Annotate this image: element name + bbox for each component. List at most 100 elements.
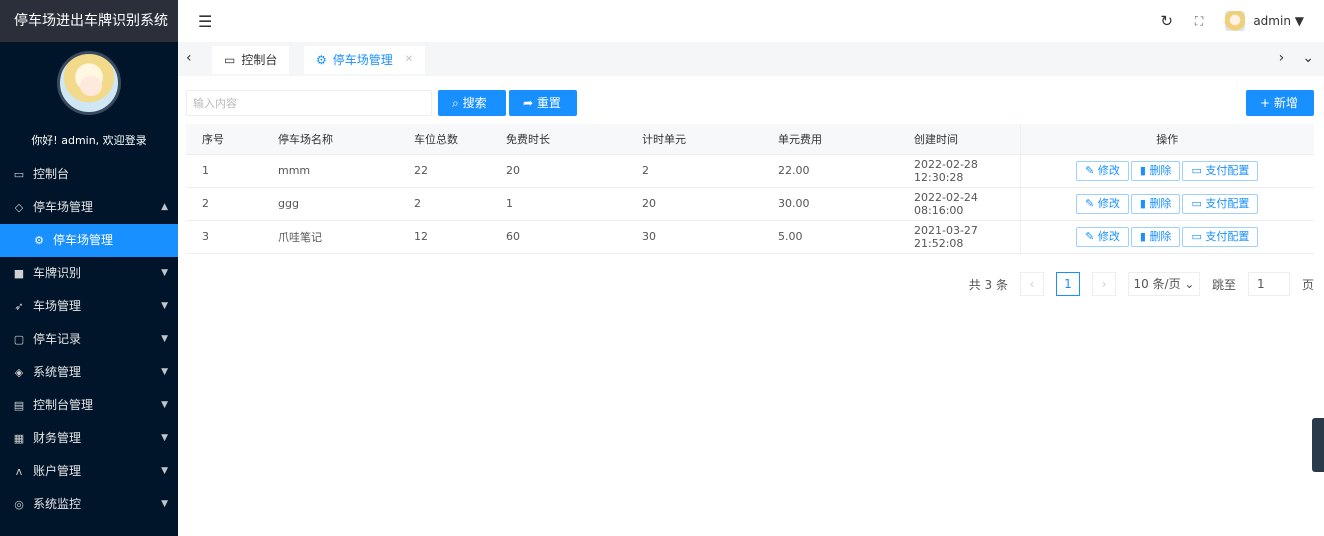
- next-page-button[interactable]: ›: [1091, 272, 1116, 296]
- caret-down-icon: ▼: [161, 400, 168, 410]
- gear-icon: ⚙: [316, 53, 327, 67]
- sidebar-item-label: 系统管理: [33, 365, 82, 379]
- cell-name: 爪哇笔记: [262, 220, 398, 254]
- search-icon: ⌕: [452, 96, 459, 110]
- cell-total-spaces: 22: [398, 154, 490, 188]
- app-root: 停车场进出车牌识别系统 你好! admin, 欢迎登录 ▭ 控制台 ◇ 停车场管…: [0, 0, 1324, 536]
- send-icon: ➶: [14, 300, 24, 313]
- search-input[interactable]: [186, 90, 432, 116]
- fullscreen-icon[interactable]: ⛶: [1195, 14, 1203, 29]
- sidebar-item-parking-management[interactable]: ◇ 停车场管理 ▲: [0, 191, 178, 224]
- delete-button[interactable]: ▮ 删除: [1130, 226, 1181, 247]
- cell-actions: ✎ 修改 ▮ 删除 ▭ 支付配置: [1019, 154, 1314, 188]
- delete-label: 删除: [1149, 229, 1172, 243]
- sidebar-item-parking-records[interactable]: ▢ 停车记录 ▼: [0, 323, 178, 356]
- search-label: 搜索: [462, 96, 487, 110]
- sidebar-item-monitoring[interactable]: ◎ 系统监控 ▼: [0, 488, 178, 521]
- page-number-button[interactable]: 1: [1055, 272, 1080, 296]
- page-suffix: 页: [1301, 277, 1314, 292]
- edit-button[interactable]: ✎ 修改: [1076, 160, 1129, 181]
- user-icon: ᴧ: [15, 465, 23, 478]
- tab-parking-management[interactable]: ⚙ 停车场管理 ✕: [304, 46, 426, 74]
- caret-down-icon: ▼: [1294, 14, 1304, 28]
- jump-page-input[interactable]: 1: [1247, 272, 1290, 296]
- share-icon: ➦: [523, 96, 534, 110]
- sidebar-item-label: 账户管理: [33, 464, 82, 478]
- column-header: 停车场名称: [262, 124, 398, 155]
- chevron-right-icon[interactable]: ›: [1279, 50, 1285, 66]
- sidebar-item-label: 停车场管理: [33, 200, 94, 214]
- column-header: 计时单元: [626, 124, 762, 155]
- column-header: 免费时长: [490, 124, 626, 155]
- cell-total-spaces: 2: [398, 187, 490, 221]
- side-drawer-handle[interactable]: [1312, 418, 1324, 472]
- add-label: 新增: [1273, 96, 1298, 110]
- trash-icon: ▮: [1139, 163, 1146, 177]
- caret-down-icon: ▼: [161, 367, 168, 377]
- close-icon[interactable]: ✕: [405, 46, 413, 74]
- cell-time-unit: 20: [626, 187, 762, 221]
- delete-button[interactable]: ▮ 删除: [1130, 160, 1181, 181]
- payment-config-label: 支付配置: [1205, 196, 1250, 210]
- payment-config-label: 支付配置: [1205, 229, 1250, 243]
- table-row: 1 mmm 22 20 2 22.00 2022-02-28 12:30:28 …: [186, 154, 1314, 188]
- avatar-wrap: [0, 42, 178, 124]
- table-header-row: 序号 停车场名称 车位总数 免费时长 计时单元 单元费用 创建时间 操作: [186, 124, 1314, 155]
- card-icon: ▭: [1191, 196, 1202, 210]
- cell-actions: ✎ 修改 ▮ 删除 ▭ 支付配置: [1019, 220, 1314, 254]
- welcome-text: 你好! admin, 欢迎登录: [31, 134, 147, 147]
- diamond-icon: ◇: [14, 201, 24, 214]
- sidebar-item-system-management[interactable]: ◈ 系统管理 ▼: [0, 356, 178, 389]
- cell-name: mmm: [262, 154, 398, 188]
- prev-page-button[interactable]: ‹: [1019, 272, 1044, 296]
- user-menu[interactable]: admin ▼: [1253, 14, 1304, 28]
- chevron-down-icon[interactable]: ⌄: [1302, 50, 1314, 66]
- monitor-icon: ▭: [13, 168, 25, 181]
- column-header: 操作: [1019, 124, 1314, 155]
- sidebar-subitem-parking-management[interactable]: ⚙ 停车场管理: [0, 224, 178, 257]
- sidebar-item-label: 停车场管理: [53, 233, 114, 247]
- cell-total-spaces: 12: [398, 220, 490, 254]
- delete-button[interactable]: ▮ 删除: [1130, 193, 1181, 214]
- tab-dashboard[interactable]: ▭ 控制台: [212, 46, 290, 74]
- refresh-icon[interactable]: ↻: [1160, 12, 1173, 30]
- payment-config-button[interactable]: ▭ 支付配置: [1182, 226, 1259, 247]
- tabs-bar: ‹ ▭ 控制台 ⚙ 停车场管理 ✕ › ⌄: [178, 42, 1324, 76]
- sidebar-item-label: 车场管理: [33, 299, 82, 313]
- cell-actions: ✎ 修改 ▮ 删除 ▭ 支付配置: [1019, 187, 1314, 221]
- column-header: 序号: [186, 124, 262, 155]
- sidebar-item-finance[interactable]: ▦ 财务管理 ▼: [0, 422, 178, 455]
- edit-button[interactable]: ✎ 修改: [1076, 193, 1129, 214]
- payment-config-button[interactable]: ▭ 支付配置: [1182, 193, 1259, 214]
- payment-config-button[interactable]: ▭ 支付配置: [1182, 160, 1259, 181]
- note-icon: ▢: [13, 333, 25, 346]
- tab-label: 控制台: [241, 53, 278, 67]
- trash-icon: ▮: [1139, 196, 1146, 210]
- sidebar-item-console-management[interactable]: ▤ 控制台管理 ▼: [0, 389, 178, 422]
- sidebar-item-label: 系统监控: [33, 497, 82, 511]
- menu-fold-icon[interactable]: ☰: [198, 12, 212, 31]
- sidebar-item-account[interactable]: ᴧ 账户管理 ▼: [0, 455, 178, 488]
- pencil-icon: ✎: [1085, 196, 1095, 210]
- caret-down-icon: ▼: [161, 433, 168, 443]
- reset-button[interactable]: ➦ 重置: [509, 90, 577, 116]
- sidebar-item-label: 控制台: [33, 167, 70, 181]
- sidebar-item-lot-management[interactable]: ➶ 车场管理 ▼: [0, 290, 178, 323]
- pagination: 共 3 条 ‹ 1 › 10 条/页 ⌄ 跳至 1 页: [969, 272, 1314, 296]
- card-icon: ▭: [1191, 163, 1202, 177]
- search-button[interactable]: ⌕ 搜索: [438, 90, 506, 116]
- pencil-icon: ✎: [1085, 229, 1095, 243]
- add-button[interactable]: + 新增: [1246, 90, 1314, 116]
- user-avatar[interactable]: [1225, 11, 1246, 31]
- camera-icon: ◎: [14, 498, 24, 511]
- sidebar-item-dashboard[interactable]: ▭ 控制台: [0, 158, 178, 191]
- cell-time-unit: 30: [626, 220, 762, 254]
- sidebar: 停车场进出车牌识别系统 你好! admin, 欢迎登录 ▭ 控制台 ◇ 停车场管…: [0, 0, 178, 536]
- edit-button[interactable]: ✎ 修改: [1076, 226, 1129, 247]
- chevron-down-icon: ⌄: [1184, 277, 1195, 291]
- caret-down-icon: ▼: [161, 499, 168, 509]
- page-size-select[interactable]: 10 条/页 ⌄: [1127, 272, 1200, 296]
- chevron-left-icon[interactable]: ‹: [186, 50, 192, 66]
- tabs-right-controls: › ⌄: [1279, 50, 1314, 66]
- sidebar-item-plate-recognition[interactable]: ■ 车牌识别 ▼: [0, 257, 178, 290]
